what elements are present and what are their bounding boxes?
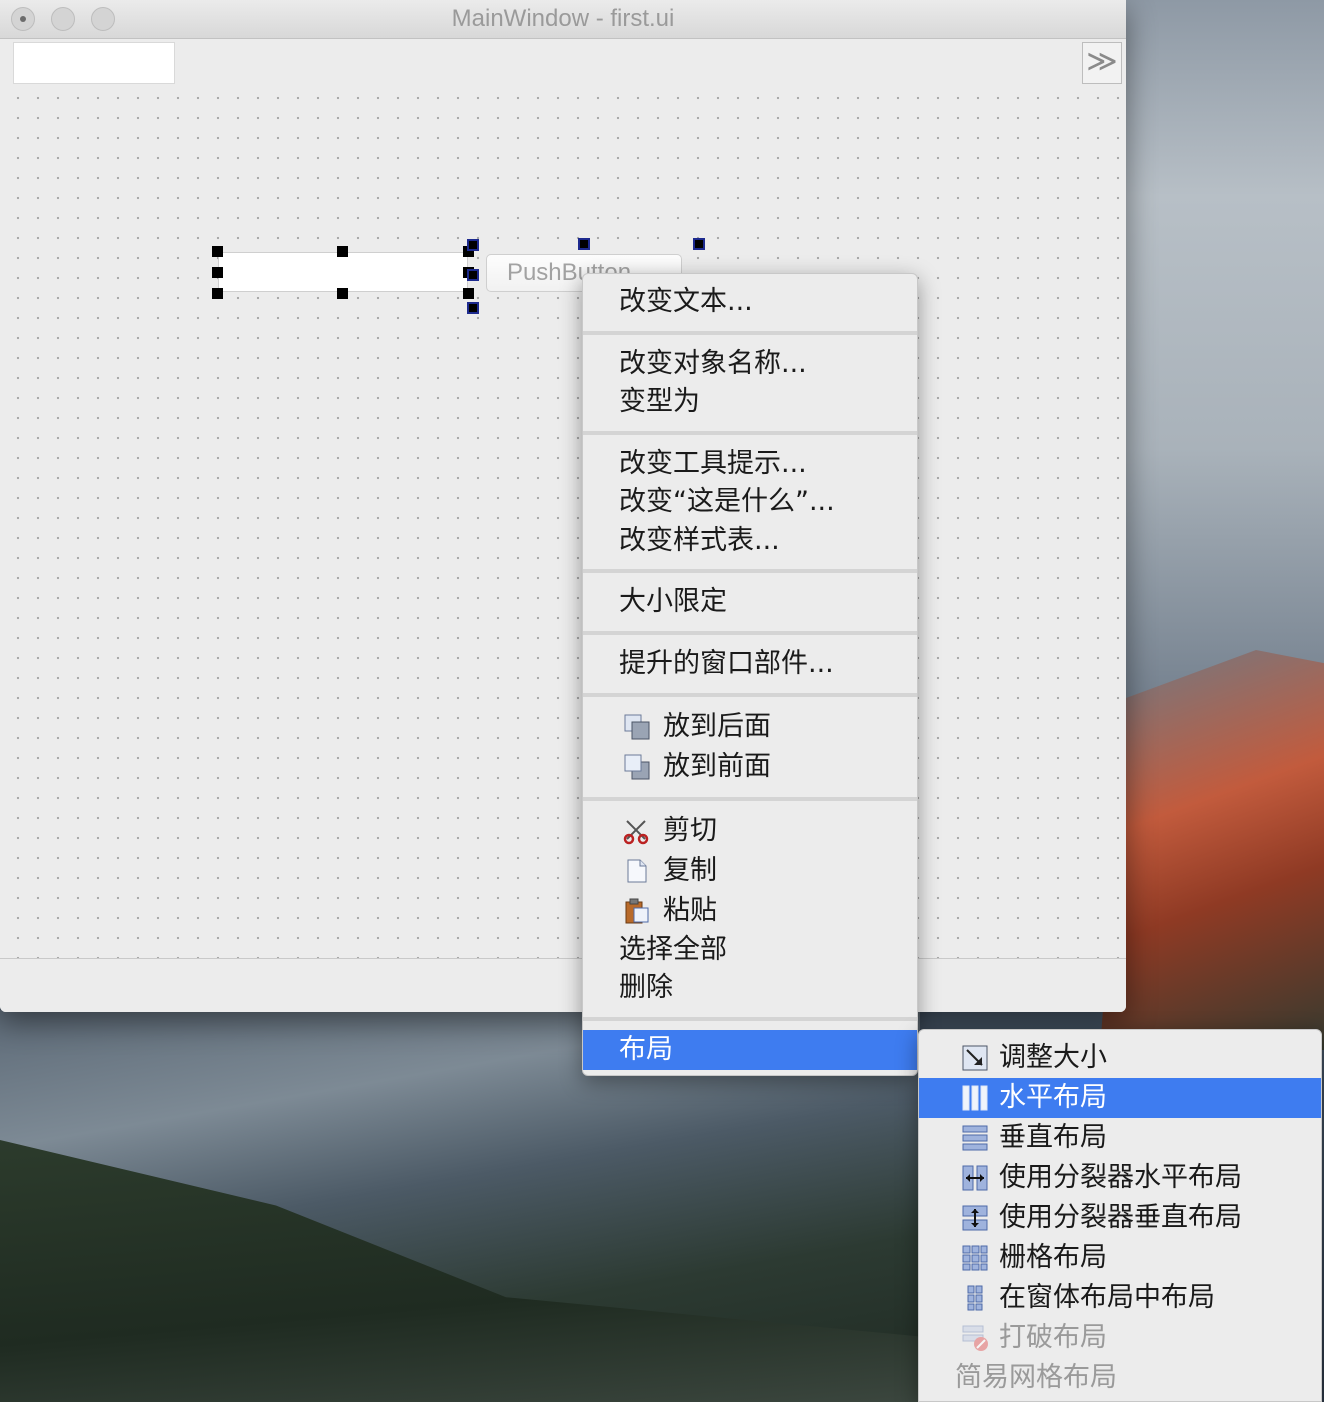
menu-item-change-text[interactable]: 改变文本... bbox=[583, 282, 917, 322]
submenu-item-label: 水平布局 bbox=[999, 1082, 1107, 1113]
menu-item-label: 剪切 bbox=[663, 815, 717, 846]
horizontal-splitter-icon bbox=[962, 1165, 988, 1191]
status-bar bbox=[0, 958, 1126, 1012]
menu-item-label: 粘贴 bbox=[663, 895, 717, 926]
menu-item-copy[interactable]: 复制 bbox=[583, 851, 917, 891]
title-bar[interactable]: MainWindow - first.ui bbox=[0, 0, 1126, 39]
submenu-item-label: 使用分裂器垂直布局 bbox=[999, 1202, 1242, 1233]
submenu-item-simplify-grid-layout[interactable]: 简易网格布局 bbox=[919, 1358, 1321, 1398]
scissors-icon bbox=[623, 820, 649, 845]
menu-item-size-constraints[interactable]: 大小限定 bbox=[583, 582, 917, 622]
grid-layout-icon bbox=[962, 1245, 988, 1271]
selection-handle[interactable] bbox=[578, 238, 590, 250]
selection-handle[interactable] bbox=[467, 302, 479, 314]
submenu-item-label: 使用分裂器水平布局 bbox=[999, 1162, 1242, 1193]
context-menu: 改变文本... 改变对象名称... 变型为 改变工具提示... 改变“这是什么”… bbox=[582, 273, 918, 1076]
submenu-item-grid-layout[interactable]: 栅格布局 bbox=[919, 1238, 1321, 1278]
toolbar-extension-icon[interactable]: ≫ bbox=[1082, 42, 1122, 84]
selection-handle[interactable] bbox=[467, 239, 479, 251]
menu-item-layout[interactable]: 布局 bbox=[583, 1030, 917, 1070]
layout-submenu: 调整大小 水平布局 垂直布局 使用分裂器水平布局 使用分裂器垂直布局 栅格布局 … bbox=[918, 1029, 1322, 1402]
horizontal-layout-icon bbox=[962, 1085, 988, 1111]
submenu-item-label: 垂直布局 bbox=[999, 1122, 1107, 1153]
vertical-splitter-icon bbox=[962, 1205, 988, 1231]
menu-item-change-tooltip[interactable]: 改变工具提示... bbox=[583, 444, 917, 484]
main-window: MainWindow - first.ui ≫ PushButton bbox=[0, 0, 1126, 1012]
window-title: MainWindow - first.ui bbox=[451, 5, 675, 32]
menu-separator bbox=[583, 331, 917, 335]
menu-item-send-to-back[interactable]: 放到后面 bbox=[583, 707, 917, 747]
menu-item-change-stylesheet[interactable]: 改变样式表... bbox=[583, 521, 917, 561]
menu-item-promoted-widgets[interactable]: 提升的窗口部件... bbox=[583, 644, 917, 684]
menu-item-label: 放到前面 bbox=[663, 751, 771, 782]
submenu-item-break-layout[interactable]: 打破布局 bbox=[919, 1318, 1321, 1358]
wallpaper-mountain bbox=[1100, 650, 1324, 1050]
menu-item-change-whats-this[interactable]: 改变“这是什么”... bbox=[583, 482, 917, 522]
break-layout-icon bbox=[962, 1325, 988, 1351]
submenu-item-vertical-layout[interactable]: 垂直布局 bbox=[919, 1118, 1321, 1158]
selection-handle[interactable] bbox=[467, 269, 479, 281]
selection-handle[interactable] bbox=[693, 238, 705, 250]
menu-separator bbox=[583, 569, 917, 573]
selection-handle[interactable] bbox=[212, 246, 223, 257]
menu-item-label: 放到后面 bbox=[663, 711, 771, 742]
menu-separator bbox=[583, 1017, 917, 1021]
submenu-item-horizontal-layout[interactable]: 水平布局 bbox=[919, 1078, 1321, 1118]
menu-item-select-all[interactable]: 选择全部 bbox=[583, 930, 917, 970]
bring-to-front-icon bbox=[624, 754, 650, 780]
menu-separator bbox=[583, 693, 917, 697]
menu-item-paste[interactable]: 粘贴 bbox=[583, 891, 917, 931]
submenu-item-horizontal-splitter[interactable]: 使用分裂器水平布局 bbox=[919, 1158, 1321, 1198]
menu-type-here-field[interactable] bbox=[13, 42, 175, 84]
submenu-item-form-layout[interactable]: 在窗体布局中布局 bbox=[919, 1278, 1321, 1318]
menu-separator bbox=[583, 797, 917, 801]
adjust-size-icon bbox=[962, 1045, 988, 1071]
submenu-item-adjust-size[interactable]: 调整大小 bbox=[919, 1038, 1321, 1078]
menu-item-morph-into[interactable]: 变型为 bbox=[583, 382, 917, 422]
form-canvas[interactable] bbox=[0, 84, 1126, 958]
selection-handle[interactable] bbox=[337, 246, 348, 257]
menu-item-cut[interactable]: 剪切 bbox=[583, 811, 917, 851]
vertical-layout-icon bbox=[962, 1125, 988, 1151]
menu-separator bbox=[583, 631, 917, 635]
form-layout-icon bbox=[967, 1285, 983, 1311]
selection-handle[interactable] bbox=[212, 267, 223, 278]
menu-item-label: 复制 bbox=[663, 855, 717, 886]
submenu-item-label: 栅格布局 bbox=[999, 1242, 1107, 1273]
submenu-item-vertical-splitter[interactable]: 使用分裂器垂直布局 bbox=[919, 1198, 1321, 1238]
menu-item-delete[interactable]: 删除 bbox=[583, 968, 917, 1008]
paste-clipboard-icon bbox=[625, 898, 649, 924]
selection-handle[interactable] bbox=[463, 288, 474, 299]
selection-handle[interactable] bbox=[212, 288, 223, 299]
submenu-item-label: 调整大小 bbox=[999, 1042, 1107, 1073]
submenu-item-label: 在窗体布局中布局 bbox=[999, 1282, 1215, 1313]
menu-separator bbox=[583, 431, 917, 435]
menu-item-change-object-name[interactable]: 改变对象名称... bbox=[583, 344, 917, 384]
submenu-item-label: 打破布局 bbox=[999, 1322, 1107, 1353]
copy-document-icon bbox=[627, 859, 647, 883]
selection-handle[interactable] bbox=[337, 288, 348, 299]
menu-item-bring-to-front[interactable]: 放到前面 bbox=[583, 747, 917, 787]
send-to-back-icon bbox=[624, 714, 650, 740]
line-edit-widget[interactable] bbox=[218, 252, 468, 292]
